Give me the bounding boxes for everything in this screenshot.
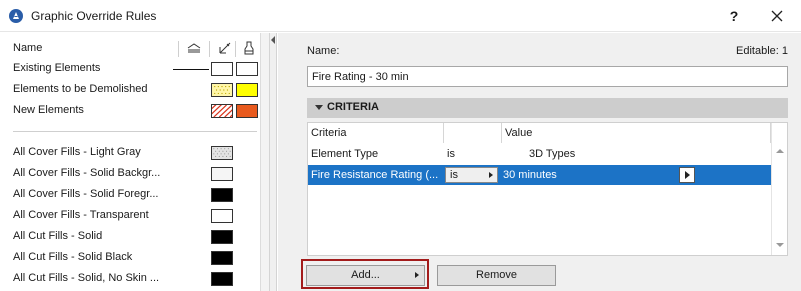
column-divider [235,41,236,57]
fill-icon[interactable] [187,41,201,55]
add-criteria-button[interactable]: Add... [306,265,425,286]
rule-item-label: All Cover Fills - Transparent [13,209,149,221]
dropdown-arrow-icon [489,172,493,178]
rules-list-scrollbar[interactable] [260,33,269,291]
value-column-header[interactable]: Value [502,123,770,143]
value-cell[interactable]: 3D Types [529,148,575,160]
panel-splitter[interactable] [269,33,277,291]
rule-item-existing-elements[interactable]: Existing Elements [0,59,260,79]
rule-item-label: Elements to be Demolished [13,83,148,95]
rule-item-label: All Cover Fills - Solid Foregr... [13,188,159,200]
dropdown-arrow-icon [415,272,419,278]
rule-item-label: All Cut Fills - Solid, No Skin ... [13,272,160,284]
line-pen-icon[interactable] [218,41,232,55]
fill-swatch[interactable] [211,209,233,223]
scroll-down-arrow-icon[interactable] [776,243,784,247]
operator-dropdown[interactable]: is [445,167,498,183]
add-button-label: Add... [351,269,380,281]
red-hatch-fill-swatch[interactable] [211,104,233,118]
rule-item-all-cover-fills-light-gray[interactable]: All Cover Fills - Light Gray [0,143,260,163]
operator-cell[interactable]: is [447,148,455,160]
column-divider [178,41,179,57]
criteria-cell: Element Type [311,148,379,160]
remove-criteria-button[interactable]: Remove [437,265,556,286]
name-column-header[interactable]: Name [13,42,42,54]
rule-item-all-cover-fills-solid-foreground[interactable]: All Cover Fills - Solid Foregr... [0,185,260,205]
value-picker-button[interactable] [679,167,695,183]
rules-list-header: Name [0,41,260,57]
list-separator [13,131,257,132]
rule-name-input[interactable] [307,66,788,87]
gray-dotted-fill-swatch[interactable] [211,146,233,160]
archicad-gear-icon [9,9,23,23]
operator-column-header[interactable] [444,123,501,143]
background-swatch[interactable] [236,83,258,97]
yellow-hatch-fill-swatch[interactable] [211,83,233,97]
rule-item-all-cover-fills-transparent[interactable]: All Cover Fills - Transparent [0,206,260,226]
rule-item-elements-to-be-demolished[interactable]: Elements to be Demolished [0,80,260,100]
rule-item-label: All Cover Fills - Solid Backgr... [13,167,161,179]
window-title: Graphic Override Rules [31,9,157,23]
rules-list-panel: Name Existing Elements Elements to be De… [0,33,269,291]
collapse-arrow-icon[interactable] [271,36,275,44]
close-button[interactable] [764,6,790,26]
rule-item-label: All Cover Fills - Light Gray [13,146,141,158]
fill-swatch[interactable] [211,188,233,202]
close-icon [771,10,783,22]
criteria-table: Criteria Value Element Type is 3D Types … [307,122,788,256]
expand-triangle-icon [315,105,323,110]
rule-item-all-cut-fills-solid-black[interactable]: All Cut Fills - Solid Black [0,248,260,268]
scroll-up-arrow-icon[interactable] [776,149,784,153]
rule-item-all-cut-fills-solid-no-skin[interactable]: All Cut Fills - Solid, No Skin ... [0,269,260,289]
title-bar: Graphic Override Rules ? [0,0,801,32]
criteria-column-header[interactable]: Criteria [308,123,443,143]
fill-swatch[interactable] [211,62,233,76]
rule-item-all-cover-fills-solid-background[interactable]: All Cover Fills - Solid Backgr... [0,164,260,184]
value-cell[interactable]: 30 minutes [503,169,557,181]
fill-swatch[interactable] [211,272,233,286]
criteria-section-header[interactable]: CRITERIA [307,98,788,118]
operator-dropdown-value: is [450,169,458,181]
background-swatch[interactable] [236,62,258,76]
rule-item-label: New Elements [13,104,84,116]
criteria-row[interactable]: Element Type is 3D Types [308,144,771,164]
line-type-swatch [173,69,209,70]
background-pen-icon[interactable] [242,41,256,55]
rule-item-label: All Cut Fills - Solid [13,230,103,242]
play-arrow-icon [685,171,690,179]
criteria-row-selected[interactable]: Fire Resistance Rating (... is 30 minute… [308,165,771,185]
background-swatch[interactable] [236,104,258,118]
rule-item-new-elements[interactable]: New Elements [0,101,260,121]
rule-item-label: All Cut Fills - Solid Black [13,251,133,263]
fill-swatch[interactable] [211,167,233,181]
column-divider [209,41,210,57]
help-button[interactable]: ? [723,6,745,26]
rule-item-all-cut-fills-solid[interactable]: All Cut Fills - Solid [0,227,260,247]
criteria-section-label: CRITERIA [327,101,379,113]
criteria-table-scrollbar[interactable] [771,123,787,255]
editable-count: Editable: 1 [736,45,788,57]
criteria-cell: Fire Resistance Rating (... [311,169,439,181]
name-label: Name: [307,45,340,57]
fill-swatch[interactable] [211,230,233,244]
rule-item-label: Existing Elements [13,62,101,74]
fill-swatch[interactable] [211,251,233,265]
